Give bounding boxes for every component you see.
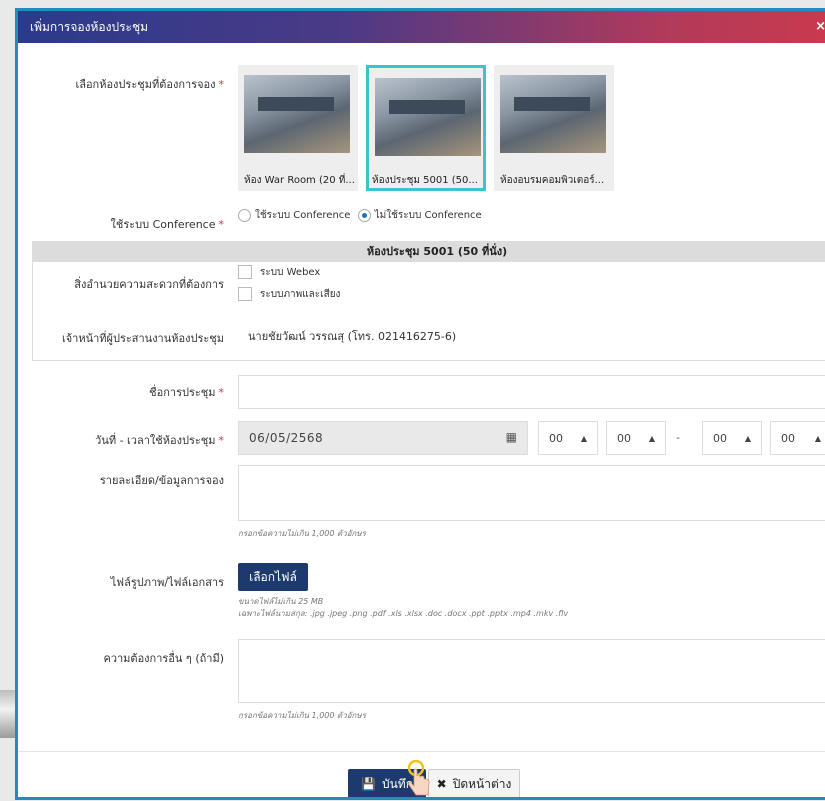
checkbox-icon[interactable] bbox=[238, 265, 252, 279]
room-caption: ห้องประชุม 5001 (50... bbox=[372, 175, 478, 186]
close-window-button[interactable]: ✖ ปิดหน้าต่าง bbox=[428, 769, 520, 797]
radio-selected-icon[interactable] bbox=[357, 208, 371, 222]
date-input[interactable]: 06/05/2568 ▦ bbox=[238, 421, 528, 455]
facilities-label: สิ่งอำนวยความสะดวกที่ต้องการ bbox=[74, 278, 224, 291]
close-icon: ✖ bbox=[436, 777, 447, 791]
date-value: 06/05/2568 bbox=[249, 431, 324, 445]
meeting-name-input[interactable] bbox=[238, 375, 825, 409]
start-hour-input[interactable]: 00 ▲ bbox=[538, 421, 598, 455]
other-textarea[interactable] bbox=[238, 639, 825, 703]
booking-modal: เพิ่มการจองห้องประชุม × เลือกห้องประชุมท… bbox=[15, 8, 825, 800]
room-photo bbox=[244, 75, 350, 153]
radio-icon[interactable] bbox=[238, 208, 251, 222]
conference-options: ใช้ระบบ Conference ไม่ใช้ระบบ Conference bbox=[238, 208, 482, 223]
room-caption: ห้องอบรมคอมพิวเตอร์... bbox=[500, 175, 605, 186]
choose-file-button[interactable]: เลือกไฟล์ bbox=[238, 563, 308, 591]
details-label: รายละเอียด/ข้อมูลการจอง bbox=[99, 474, 224, 487]
staff-label: เจ้าหน้าที่ผู้ประสานงานห้องประชุม bbox=[61, 332, 224, 345]
details-textarea[interactable] bbox=[238, 465, 825, 521]
room-card-5001[interactable]: ห้องประชุม 5001 (50... bbox=[366, 65, 486, 191]
end-hour-input[interactable]: 00 ▲ bbox=[702, 421, 762, 455]
room-label: เลือกห้องประชุมที่ต้องการจอง * bbox=[75, 78, 224, 91]
room-card-computer-training[interactable]: ห้องอบรมคอมพิวเตอร์... bbox=[494, 65, 614, 191]
other-label: ความต้องการอื่น ๆ (ถ้ามี) bbox=[103, 652, 224, 665]
datetime-label: วันที่ - เวลาใช้ห้องประชุม * bbox=[95, 434, 224, 447]
file-label: ไฟล์รูปภาพ/ไฟล์เอกสาร bbox=[110, 576, 224, 589]
staff-value: นายชัยวัฒน์ วรรณสุ (โทร. 021416275-6) bbox=[248, 330, 457, 343]
meeting-name-label: ชื่อการประชุม * bbox=[149, 386, 224, 399]
floppy-disk-icon: 💾 bbox=[361, 777, 376, 791]
chevron-up-icon[interactable]: ▲ bbox=[649, 434, 655, 443]
facility-webex[interactable]: ระบบ Webex bbox=[238, 265, 320, 280]
start-minute-input[interactable]: 00 ▲ bbox=[606, 421, 666, 455]
chevron-up-icon[interactable]: ▲ bbox=[745, 434, 751, 443]
file-type-hint: เฉพาะไฟล์นามสกุล: .jpg .jpeg .png .pdf .… bbox=[238, 609, 569, 618]
hand-cursor-icon bbox=[407, 760, 430, 796]
chevron-up-icon[interactable]: ▲ bbox=[815, 434, 821, 443]
checkbox-icon[interactable] bbox=[238, 287, 252, 301]
conference-label: ใช้ระบบ Conference * bbox=[110, 218, 224, 231]
facility-av[interactable]: ระบบภาพและเสียง bbox=[238, 287, 340, 302]
end-minute-input[interactable]: 00 ▲ bbox=[770, 421, 825, 455]
room-caption: ห้อง War Room (20 ที่... bbox=[244, 175, 355, 186]
modal-header: เพิ่มการจองห้องประชุม × bbox=[18, 11, 825, 43]
chevron-up-icon[interactable]: ▲ bbox=[581, 434, 587, 443]
room-card-war-room[interactable]: ห้อง War Room (20 ที่... bbox=[238, 65, 358, 191]
conference-option-no[interactable]: ไม่ใช้ระบบ Conference bbox=[357, 208, 482, 222]
other-hint: กรอกข้อความไม่เกิน 1,000 ตัวอักษร bbox=[238, 711, 366, 720]
time-separator: - bbox=[676, 431, 680, 444]
selected-room-header: ห้องประชุม 5001 (50 ที่นั่ง) bbox=[33, 242, 825, 262]
details-hint: กรอกข้อความไม่เกิน 1,000 ตัวอักษร bbox=[238, 529, 366, 538]
calendar-icon[interactable]: ▦ bbox=[506, 430, 517, 444]
close-icon[interactable]: × bbox=[815, 19, 825, 34]
conference-option-yes[interactable]: ใช้ระบบ Conference bbox=[238, 208, 350, 222]
modal-footer: 💾 บันทึก ✖ ปิดหน้าต่าง bbox=[18, 751, 825, 797]
room-photo bbox=[500, 75, 606, 153]
modal-title: เพิ่มการจองห้องประชุม bbox=[30, 19, 149, 34]
room-photo bbox=[375, 78, 481, 156]
